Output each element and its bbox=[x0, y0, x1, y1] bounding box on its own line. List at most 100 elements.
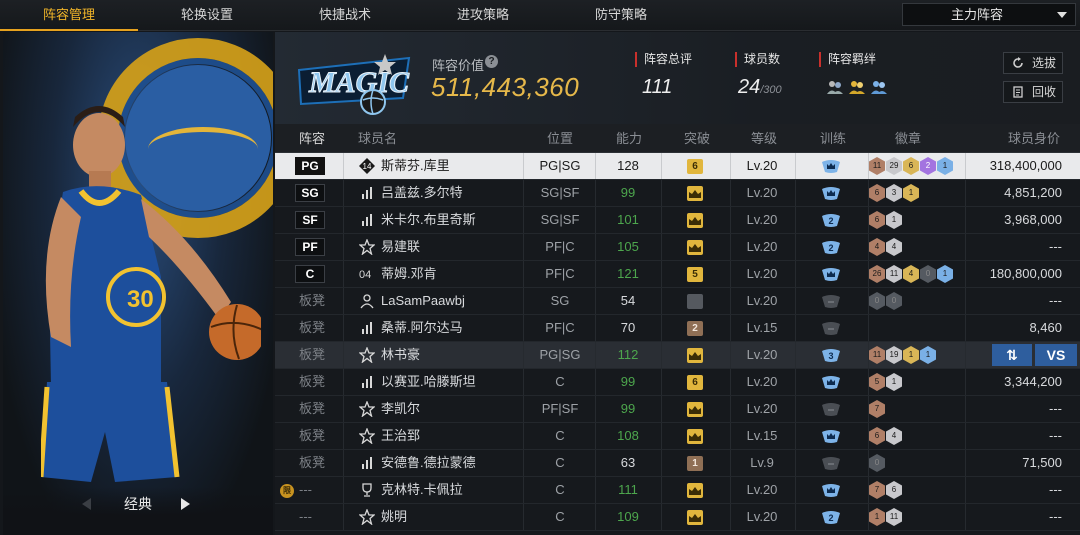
badge-list[interactable]: 00 bbox=[869, 292, 903, 311]
training-icon[interactable] bbox=[821, 267, 841, 282]
training-locked-icon[interactable] bbox=[821, 456, 841, 471]
table-row[interactable]: 板凳 李凯尔 PF|SF 99 Lv.20 7 --- bbox=[275, 396, 1080, 423]
table-row[interactable]: 板凳 以赛亚.哈滕斯坦 C 99 6 Lv.20 5 1 3,344,200 bbox=[275, 369, 1080, 396]
player-name[interactable]: 安德鲁.德拉蒙德 bbox=[381, 450, 476, 476]
player-position: SG bbox=[550, 293, 570, 308]
swap-button[interactable]: ⇅ bbox=[992, 344, 1032, 366]
badge-hex: 1 bbox=[920, 346, 936, 364]
training-icon[interactable] bbox=[821, 159, 841, 174]
next-card-arrow-icon[interactable] bbox=[181, 498, 190, 510]
tab-label: 轮换设置 bbox=[180, 7, 233, 22]
breakthrough-crown-icon bbox=[687, 483, 703, 498]
player-name[interactable]: 米卡尔.布里奇斯 bbox=[381, 207, 476, 233]
badge-list[interactable]: 61 bbox=[869, 211, 903, 230]
badge-hex: 1 bbox=[869, 508, 885, 526]
table-row[interactable]: SG 吕盖兹.多尔特 SG|SF 99 Lv.20 6 3 1 4,851,200 bbox=[275, 180, 1080, 207]
player-name[interactable]: 斯蒂芬.库里 bbox=[381, 153, 450, 179]
badge-list[interactable]: 7 bbox=[869, 400, 886, 419]
star-icon bbox=[359, 401, 375, 417]
chem-icon-1[interactable] bbox=[826, 79, 844, 95]
recycle-button[interactable]: 回收 bbox=[1003, 81, 1063, 103]
column-divider bbox=[343, 180, 344, 206]
table-row[interactable]: C 04 蒂姆.邓肯 PF|C 121 5 Lv.20 26 11 4 0 1 180,800,000 bbox=[275, 261, 1080, 288]
badge-list[interactable]: 1 11 bbox=[869, 508, 903, 527]
column-divider bbox=[965, 504, 966, 530]
player-level: Lv.20 bbox=[746, 401, 778, 416]
select-players-button[interactable]: 选拔 bbox=[1003, 52, 1063, 74]
table-row[interactable]: SF 米卡尔.布里奇斯 SG|SF 101 Lv.20 2 6 1 3,968,000 bbox=[275, 207, 1080, 234]
table-row[interactable]: --- 姚明 C 109 Lv.20 2 1 11 --- bbox=[275, 504, 1080, 531]
tab-rotation-settings[interactable]: 轮换设置 bbox=[138, 0, 276, 31]
badge-list[interactable]: 11 29 6 2 1 bbox=[869, 157, 954, 176]
badge-hex: 4 bbox=[869, 238, 885, 256]
chem-icon-3[interactable] bbox=[870, 79, 888, 95]
player-name[interactable]: 李凯尔 bbox=[381, 396, 420, 422]
table-row[interactable]: PG 14 斯蒂芬.库里 PG|SG 128 6 Lv.20 11 29 6 2 1 318,400,0… bbox=[275, 153, 1080, 180]
breakthrough-crown-icon bbox=[687, 402, 703, 417]
column-divider bbox=[661, 180, 662, 206]
player-name[interactable]: 林书豪 bbox=[381, 342, 420, 368]
help-icon[interactable]: ? bbox=[485, 55, 498, 68]
tab-offense-strategy[interactable]: 进攻策略 bbox=[414, 0, 552, 31]
training-icon[interactable] bbox=[821, 375, 841, 390]
table-row[interactable]: --- 限 克林特.卡佩拉 C 111 Lv.20 7 6 --- bbox=[275, 477, 1080, 504]
table-row[interactable]: PF 易建联 PF|C 105 Lv.20 2 4 4 --- bbox=[275, 234, 1080, 261]
chem-icon-2[interactable] bbox=[848, 79, 866, 95]
training-icon[interactable] bbox=[821, 429, 841, 444]
player-name[interactable]: 姚明 bbox=[381, 504, 407, 530]
player-salary: 180,800,000 bbox=[989, 266, 1062, 281]
table-row[interactable]: 板凳 LaSamPaawbj SG 54 Lv.20 0 0 --- bbox=[275, 288, 1080, 315]
team-rating-label: 阵容总评 bbox=[635, 52, 692, 67]
vs-compare-button[interactable]: VS bbox=[1035, 344, 1077, 366]
training-locked-icon[interactable] bbox=[821, 402, 841, 417]
training-icon[interactable]: 2 bbox=[821, 510, 841, 525]
player-position: PG|SG bbox=[539, 347, 581, 362]
training-icon[interactable] bbox=[821, 186, 841, 201]
slot-badge: PF bbox=[295, 238, 325, 256]
badge-list[interactable]: 51 bbox=[869, 373, 903, 392]
training-locked-icon[interactable] bbox=[821, 321, 841, 336]
prev-card-arrow-icon[interactable] bbox=[82, 498, 91, 510]
column-divider bbox=[523, 504, 524, 530]
active-tab-underline bbox=[0, 29, 138, 31]
tab-quick-tactics[interactable]: 快捷战术 bbox=[276, 0, 414, 31]
badge-list[interactable]: 11 19 1 1 bbox=[869, 346, 937, 365]
player-name[interactable]: 吕盖兹.多尔特 bbox=[381, 180, 463, 206]
player-name[interactable]: LaSamPaawbj bbox=[381, 288, 465, 314]
slot-label: 板凳 bbox=[299, 374, 326, 389]
table-row[interactable]: 板凳 王治郅 C 108 Lv.15 6 4 --- bbox=[275, 423, 1080, 450]
badge-list[interactable]: 631 bbox=[869, 184, 920, 203]
tab-defense-strategy[interactable]: 防守策略 bbox=[552, 0, 690, 31]
player-name[interactable]: 克林特.卡佩拉 bbox=[381, 477, 463, 503]
col-header-slot: 阵容 bbox=[299, 131, 326, 146]
badge-list[interactable]: 26 11 4 0 1 bbox=[869, 265, 954, 284]
column-divider bbox=[730, 423, 731, 449]
training-icon[interactable]: 2 bbox=[821, 240, 841, 255]
player-name[interactable]: 王治郅 bbox=[381, 423, 420, 449]
lineup-select[interactable]: 主力阵容 bbox=[902, 3, 1076, 26]
badge-hex: 7 bbox=[869, 481, 885, 499]
player-name[interactable]: 蒂姆.邓肯 bbox=[381, 261, 437, 287]
column-divider bbox=[595, 396, 596, 422]
training-icon[interactable]: 2 bbox=[821, 213, 841, 228]
table-row[interactable]: 板凳 安德鲁.德拉蒙德 C 63 1 Lv.9 0 71,500 bbox=[275, 450, 1080, 477]
training-icon[interactable]: 3 bbox=[821, 348, 841, 363]
player-name[interactable]: 桑蒂.阿尔达马 bbox=[381, 315, 463, 341]
column-divider bbox=[661, 207, 662, 233]
table-row[interactable]: 板凳 林书豪 PG|SG 112 Lv.20 3 11 19 1 1 ⇅ VS bbox=[275, 342, 1080, 369]
player-name[interactable]: 易建联 bbox=[381, 234, 420, 260]
training-icon[interactable] bbox=[821, 483, 841, 498]
table-row[interactable]: 板凳 桑蒂.阿尔达马 PF|C 70 2 Lv.15 8,460 bbox=[275, 315, 1080, 342]
column-divider bbox=[343, 288, 344, 314]
column-divider bbox=[795, 504, 796, 530]
player-salary: 3,344,200 bbox=[1004, 374, 1062, 389]
badge-list[interactable]: 76 bbox=[869, 481, 903, 500]
badge-list[interactable]: 64 bbox=[869, 427, 903, 446]
training-locked-icon[interactable] bbox=[821, 294, 841, 309]
badge-list[interactable]: 0 bbox=[869, 454, 886, 473]
player-name[interactable]: 以赛亚.哈滕斯坦 bbox=[381, 369, 476, 395]
column-divider bbox=[661, 450, 662, 476]
badge-list[interactable]: 44 bbox=[869, 238, 903, 257]
tab-lineup-management[interactable]: 阵容管理 bbox=[0, 0, 138, 31]
slot-label: --- bbox=[299, 482, 312, 497]
